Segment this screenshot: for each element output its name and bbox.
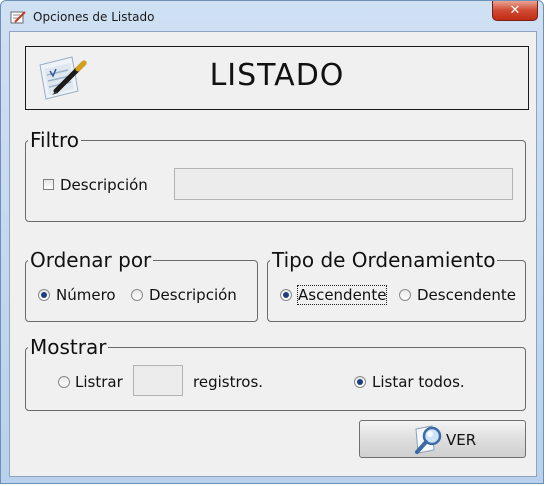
descripcion-checkbox-label[interactable]: Descripción	[60, 176, 148, 194]
registros-label: registros.	[193, 373, 264, 391]
ver-button-label: VER	[446, 431, 477, 449]
listrar-radio[interactable]	[58, 376, 70, 388]
ver-button[interactable]: VER	[359, 420, 526, 458]
ordenar-descripcion-radio[interactable]	[131, 289, 143, 301]
document-search-icon	[415, 425, 442, 454]
mostrar-legend: Mostrar	[30, 335, 107, 359]
descendente-label[interactable]: Descendente	[417, 286, 516, 304]
descripcion-checkbox[interactable]	[43, 179, 54, 190]
listrar-label[interactable]: Listrar	[75, 373, 123, 391]
descripcion-input[interactable]	[174, 168, 513, 200]
filtro-legend: Filtro	[30, 128, 80, 152]
close-button[interactable]: ✕	[492, 1, 538, 21]
header-panel: LISTADO	[25, 46, 529, 110]
registros-count-input[interactable]	[133, 365, 183, 396]
ordenar-numero-radio[interactable]	[38, 289, 50, 301]
dialog-window: Opciones de Listado ✕ LISTADO Filtro Des…	[0, 0, 544, 484]
listar-todos-radio[interactable]	[354, 376, 366, 388]
ascendente-radio[interactable]	[280, 289, 292, 301]
ordenar-descripcion-label[interactable]: Descripción	[149, 286, 237, 304]
listar-todos-label[interactable]: Listar todos.	[372, 373, 465, 391]
window-title: Opciones de Listado	[33, 10, 155, 24]
title-bar[interactable]: Opciones de Listado ✕	[1, 1, 543, 31]
dialog-body: LISTADO Filtro Descripción Ordenar por N…	[9, 31, 537, 477]
ordenar-numero-label[interactable]: Número	[56, 286, 116, 304]
ascendente-label[interactable]: Ascendente	[296, 285, 388, 305]
tipo-ordenamiento-legend: Tipo de Ordenamiento	[272, 248, 496, 272]
list-edit-icon	[10, 11, 26, 24]
descendente-radio[interactable]	[399, 289, 411, 301]
page-title: LISTADO	[209, 58, 345, 93]
ordenar-legend: Ordenar por	[30, 248, 152, 272]
